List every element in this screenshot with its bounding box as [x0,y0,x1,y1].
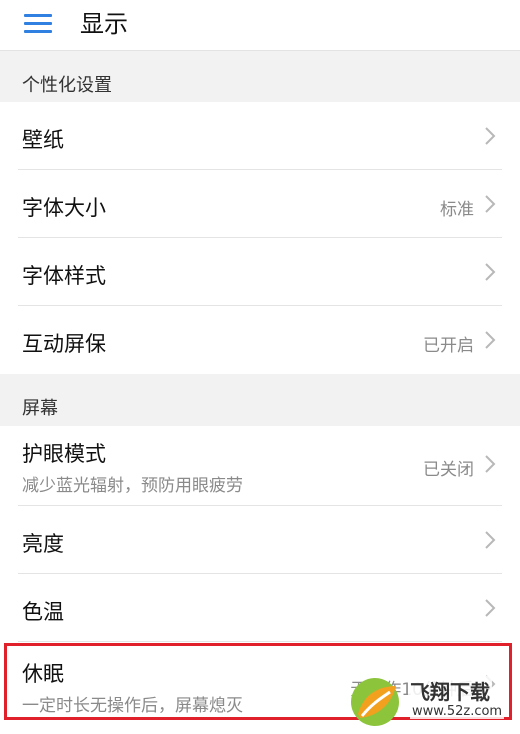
section-label: 个性化设置 [22,75,112,96]
row-title: 亮度 [22,532,64,556]
section-header-screen: 屏幕 [0,374,520,426]
row-title: 字体样式 [22,264,106,288]
chevron-right-icon [485,127,496,145]
chevron-right-icon [485,675,496,693]
chevron-right-icon [485,195,496,213]
row-value: 已开启 [423,336,474,356]
settings-row-wallpaper[interactable]: 壁纸 [0,102,520,170]
row-title: 互动屏保 [22,332,106,356]
chevron-right-icon [485,599,496,617]
row-value: 已关闭 [423,460,474,480]
row-value: 标准 [440,200,474,220]
settings-row-color-temperature[interactable]: 色温 [0,574,520,642]
top-app-bar: 显示 [0,0,520,51]
row-value: 无操作10分钟后 [350,680,474,700]
chevron-right-icon [485,331,496,349]
section-label: 屏幕 [22,398,58,419]
row-title: 壁纸 [22,128,64,152]
section-header-personalization: 个性化设置 [0,51,520,102]
settings-row-brightness[interactable]: 亮度 [0,506,520,574]
settings-row-sleep[interactable]: 休眠 一定时长无操作后，屏幕熄灭 无操作10分钟后 [0,642,520,722]
chevron-right-icon [485,455,496,473]
row-subtitle: 一定时长无操作后，屏幕熄灭 [22,696,243,716]
row-title: 休眠 [22,662,64,686]
row-title: 色温 [22,600,64,624]
settings-row-eye-comfort[interactable]: 护眼模式 减少蓝光辐射，预防用眼疲劳 已关闭 [0,426,520,506]
settings-row-font-style[interactable]: 字体样式 [0,238,520,306]
settings-row-font-size[interactable]: 字体大小 标准 [0,170,520,238]
chevron-right-icon [485,263,496,281]
row-title: 字体大小 [22,196,106,220]
menu-icon[interactable] [24,12,52,34]
row-subtitle: 减少蓝光辐射，预防用眼疲劳 [22,476,243,496]
page-title: 显示 [80,10,128,38]
chevron-right-icon [485,531,496,549]
row-title: 护眼模式 [22,442,106,466]
settings-row-interactive-screensaver[interactable]: 互动屏保 已开启 [0,306,520,374]
